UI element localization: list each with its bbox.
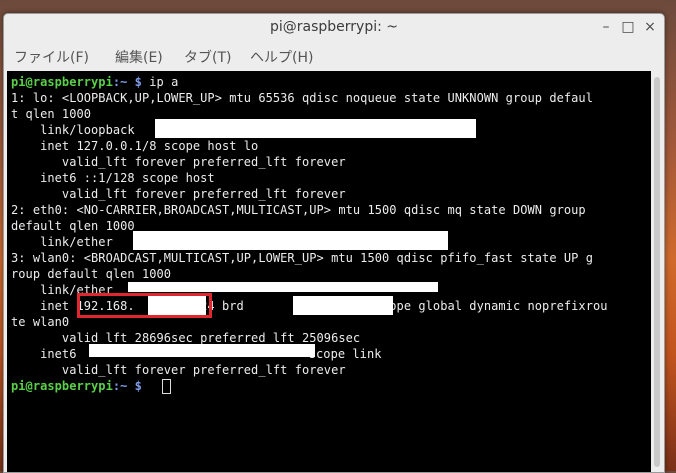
redaction-box (133, 231, 448, 250)
output-line: te wlan0 (11, 315, 70, 329)
output-line: valid_lft forever preferred_lft forever (11, 363, 346, 377)
prompt-line: pi@raspberrypi:~ $ ip a (11, 74, 178, 90)
redaction-box (155, 119, 476, 138)
output-line: 2: eth0: <NO-CARRIER,BROADCAST,MULTICAST… (11, 203, 586, 217)
output-line: inet6 ::1/128 scope host (11, 171, 215, 185)
final-prompt-line: pi@raspberrypi:~ $ (11, 378, 142, 394)
output-line: link/loopback (11, 123, 135, 137)
menu-edit[interactable]: 編集(E) (115, 47, 163, 67)
redaction-box (293, 296, 393, 315)
redaction-box (89, 344, 315, 357)
minimize-button[interactable]: – (597, 18, 615, 36)
output-line: 1: lo: <LOOPBACK,UP,LOWER_UP> mtu 65536 … (11, 91, 593, 105)
prompt-user: pi@raspberrypi (11, 379, 113, 393)
output-line: default qlen 1000 (11, 219, 135, 233)
output-line: inet 127.0.0.1/8 scope host lo (11, 139, 259, 153)
prompt-path: :~ $ (112, 75, 142, 89)
terminal-window: pi@raspberrypi: ~ – □ × ファイル(F) 編集(E) タブ… (3, 13, 665, 473)
maximize-button[interactable]: □ (619, 18, 637, 36)
inet6-label: inet6 (11, 347, 77, 361)
command-text: ip a (141, 75, 179, 89)
prompt-user: pi@raspberrypi (11, 75, 113, 89)
prompt-path: :~ $ (112, 379, 142, 393)
ip-highlight-box (77, 293, 212, 318)
menu-tabs[interactable]: タブ(T) (184, 47, 231, 67)
output-line: 3: wlan0: <BROADCAST,MULTICAST,UP,LOWER_… (11, 251, 593, 265)
output-line: t qlen 1000 (11, 107, 92, 121)
output-line: link/ether (11, 235, 113, 249)
terminal-output[interactable]: pi@raspberrypi:~ $ ip a 1: lo: <LOOPBACK… (7, 71, 651, 472)
text-cursor (162, 379, 171, 394)
close-button[interactable]: × (641, 18, 659, 36)
redaction-box (128, 282, 438, 292)
title-bar[interactable]: pi@raspberrypi: ~ – □ × (4, 14, 664, 43)
menu-help[interactable]: ヘルプ(H) (250, 47, 313, 67)
window-title: pi@raspberrypi: ~ (269, 19, 399, 35)
output-line: valid_lft forever preferred_lft forever (11, 187, 346, 201)
output-line: valid_lft forever preferred_lft forever (11, 155, 346, 169)
menu-file[interactable]: ファイル(F) (14, 47, 89, 67)
vertical-scrollbar[interactable] (652, 71, 662, 472)
scrollbar-thumb[interactable] (654, 77, 660, 467)
menu-bar: ファイル(F) 編集(E) タブ(T) ヘルプ(H) (4, 43, 664, 70)
output-line: roup default qlen 1000 (11, 267, 172, 281)
